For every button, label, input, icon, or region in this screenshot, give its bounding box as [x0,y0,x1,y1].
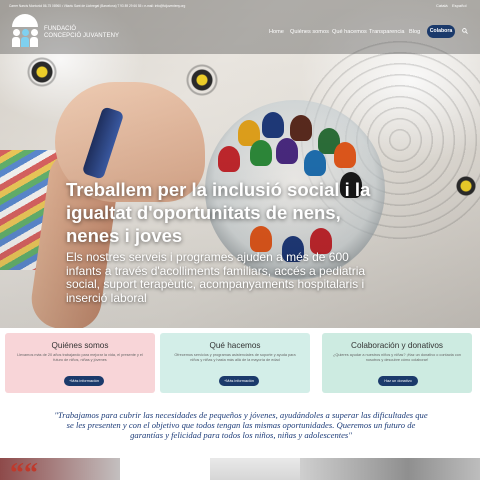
bottom-photo-right [300,458,480,480]
bottom-photo-middle [210,458,300,480]
nav-item-transparencia[interactable]: Transparencia [369,29,405,35]
logo-icon[interactable] [10,14,40,48]
card-que-hacemos: Qué hacemos Ofrecemos servicios y progra… [160,333,310,393]
logo-figure-body [12,37,20,47]
more-info-button[interactable]: +Más información [64,376,104,386]
logo-figure [31,29,38,36]
contact-info: Carrer Narcís Monturiol 86-75 08960 • Vi… [9,4,186,8]
logo-figure [22,29,29,36]
card-text: Llevamos más de 20 años trabajando para … [17,353,143,362]
logo-figure [13,29,20,36]
hero-title: Treballem per la inclusió social i la ig… [66,179,371,246]
bottom-image-strip: ““ [0,458,480,480]
card-text: ¿Quieres ayudar a nuestros niños y niñas… [333,353,461,362]
logo-umbrella-shape [12,14,38,27]
colabora-button[interactable]: Colabora [427,25,455,38]
mission-quote: "Trabajamos para cubrir las necesidades … [54,410,428,440]
language-link-catala[interactable]: Català [436,3,448,8]
nav-item-blog[interactable]: Blog [409,29,420,35]
site-header: Carrer Narcís Monturiol 86-75 08960 • Vi… [0,0,480,54]
card-colaboracion: Colaboración y donativos ¿Quieres ayudar… [322,333,472,393]
hero-subtitle: Els nostres serveis i programes ajuden a… [66,250,366,305]
logo-text-line1[interactable]: FUNDACIÓ [44,26,76,32]
card-quienes-somos: Quiénes somos Llevamos más de 20 años tr… [5,333,155,393]
card-title: Quiénes somos [51,341,109,350]
more-info-button[interactable]: +Más información [219,376,259,386]
logo-text-line2[interactable]: CONCEPCIÓ JUVANTENY [44,33,119,39]
logo-figure-body [30,37,38,47]
quote-mark-icon: ““ [10,458,38,480]
nav-item-quienes-somos[interactable]: Quiénes somos [290,29,329,35]
card-title: Colaboración y donativos [351,341,443,350]
search-icon[interactable] [462,28,468,34]
nav-item-home[interactable]: Home [269,29,284,35]
logo-figure-body [21,37,29,47]
donate-button[interactable]: Haz un donativo [378,376,418,386]
card-text: Ofrecemos servicios y programas asistenc… [174,353,296,362]
language-link-espanol[interactable]: Español [452,3,466,8]
nav-item-que-hacemos[interactable]: Qué hacemos [332,29,367,35]
card-title: Qué hacemos [209,341,261,350]
